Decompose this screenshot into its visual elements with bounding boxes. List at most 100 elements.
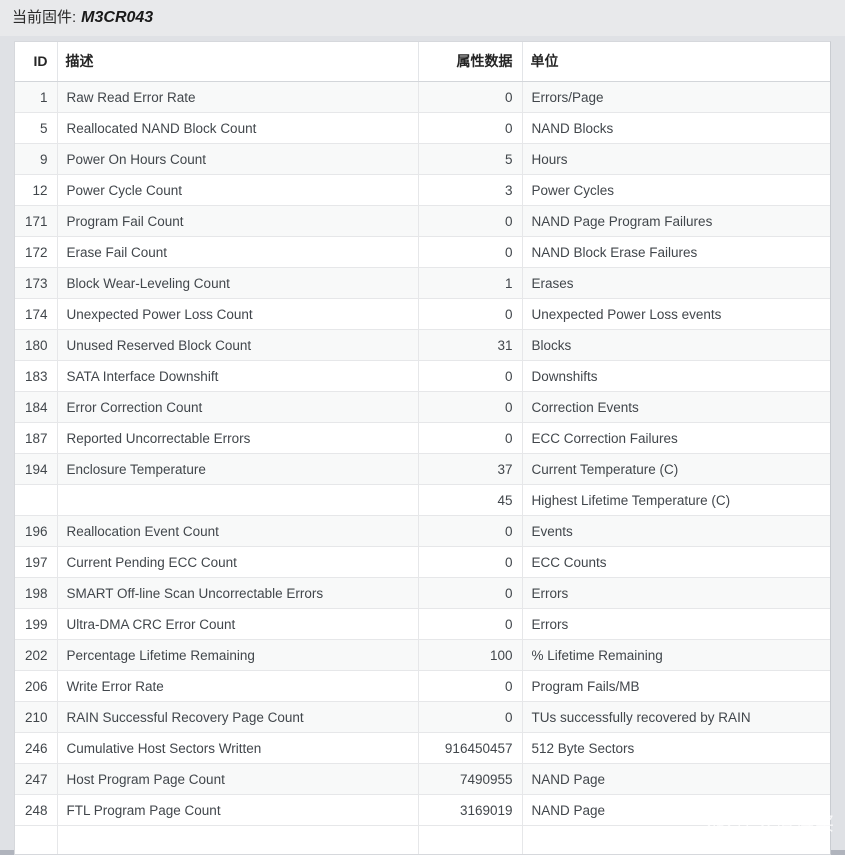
cell-value: 5: [418, 143, 523, 175]
title-bar: 当前固件: M3CR043: [0, 0, 845, 36]
filler-cell: [15, 825, 58, 854]
cell-description: Cumulative Host Sectors Written: [57, 732, 419, 764]
cell-description: Erase Fail Count: [57, 236, 419, 268]
column-header-id[interactable]: ID: [15, 42, 58, 82]
cell-value: 3169019: [418, 794, 523, 826]
cell-description: Reallocation Event Count: [57, 515, 419, 547]
cell-id: 206: [15, 670, 58, 702]
cell-unit: Power Cycles: [522, 174, 830, 206]
cell-description: SATA Interface Downshift: [57, 360, 419, 392]
filler-cell: [522, 825, 830, 854]
cell-id: 198: [15, 577, 58, 609]
cell-value: 0: [418, 577, 523, 609]
cell-id: 248: [15, 794, 58, 826]
cell-value: 0: [418, 701, 523, 733]
cell-description: Unused Reserved Block Count: [57, 329, 419, 361]
cell-description: Host Program Page Count: [57, 763, 419, 795]
table-row[interactable]: 194 Enclosure Temperature 37 Current Temper…: [15, 453, 830, 485]
table-row[interactable]: 206 Write Error Rate 0 Program Fails/MB: [15, 670, 830, 702]
page-root: 当前固件: M3CR043 ID 描述 属性数据 单位 1 Raw Read Err…: [0, 0, 845, 855]
cell-id: 187: [15, 422, 58, 454]
cell-value: 0: [418, 205, 523, 237]
cell-id: 184: [15, 391, 58, 423]
cell-id: 1: [15, 81, 58, 113]
cell-unit: Errors: [522, 577, 830, 609]
cell-unit: Highest Lifetime Temperature (C): [522, 484, 830, 516]
cell-unit: Downshifts: [522, 360, 830, 392]
table-row[interactable]: 183 SATA Interface Downshift 0 Downshifts: [15, 360, 830, 392]
cell-unit: 512 Byte Sectors: [522, 732, 830, 764]
table-row[interactable]: 171 Program Fail Count 0 NAND Page Program …: [15, 205, 830, 237]
cell-value: 0: [418, 422, 523, 454]
table-row[interactable]: 202 Percentage Lifetime Remaining 100% Lif…: [15, 639, 830, 671]
column-header-unit[interactable]: 单位: [522, 42, 830, 82]
cell-unit: NAND Page Program Failures: [522, 205, 830, 237]
cell-value: 1: [418, 267, 523, 299]
table-row[interactable]: 12 Power Cycle Count 3 Power Cycles: [15, 174, 830, 206]
table-header: ID 描述 属性数据 单位: [15, 42, 830, 82]
column-header-value[interactable]: 属性数据: [418, 42, 523, 82]
cell-id: 172: [15, 236, 58, 268]
cell-description: Write Error Rate: [57, 670, 419, 702]
cell-description: Current Pending ECC Count: [57, 546, 419, 578]
table-row[interactable]: 197 Current Pending ECC Count 0 ECC Counts: [15, 546, 830, 578]
cell-id: 171: [15, 205, 58, 237]
cell-description: Power On Hours Count: [57, 143, 419, 175]
table-row[interactable]: 187 Reported Uncorrectable Errors 0 ECC Cor…: [15, 422, 830, 454]
cell-description: Reallocated NAND Block Count: [57, 112, 419, 144]
table-row[interactable]: 199 Ultra-DMA CRC Error Count 0 Errors: [15, 608, 830, 640]
cell-id: 199: [15, 608, 58, 640]
table-row[interactable]: 174 Unexpected Power Loss Count 0 Unexpecte…: [15, 298, 830, 330]
table-row[interactable]: 172 Erase Fail Count 0 NAND Block Erase Fai…: [15, 236, 830, 268]
cell-value: 0: [418, 360, 523, 392]
table-row[interactable]: 196 Reallocation Event Count 0 Events: [15, 515, 830, 547]
table-row[interactable]: 180 Unused Reserved Block Count 31 Blocks: [15, 329, 830, 361]
cell-value: 0: [418, 670, 523, 702]
table-row[interactable]: 248 FTL Program Page Count 3169019 NAND Pag…: [15, 794, 830, 826]
cell-unit: NAND Block Erase Failures: [522, 236, 830, 268]
table-body: 1 Raw Read Error Rate 0 Errors/Page 5 Realloc…: [15, 81, 830, 854]
table-row[interactable]: 5 Reallocated NAND Block Count 0 NAND Block…: [15, 112, 830, 144]
cell-value: 0: [418, 608, 523, 640]
cell-id: 9: [15, 143, 58, 175]
column-header-description[interactable]: 描述: [57, 42, 419, 82]
cell-description: Program Fail Count: [57, 205, 419, 237]
cell-value: 0: [418, 112, 523, 144]
cell-description: Raw Read Error Rate: [57, 81, 419, 113]
table-row[interactable]: 246 Cumulative Host Sectors Written 916450…: [15, 732, 830, 764]
table-row[interactable]: 45 Highest Lifetime Temperature (C): [15, 484, 830, 516]
cell-description: RAIN Successful Recovery Page Count: [57, 701, 419, 733]
table-row[interactable]: 198 SMART Off-line Scan Uncorrectable Err…: [15, 577, 830, 609]
filler-cell: [57, 825, 419, 854]
table-row[interactable]: 184 Error Correction Count 0 Correction Eve…: [15, 391, 830, 423]
cell-id: 196: [15, 515, 58, 547]
cell-id: 5: [15, 112, 58, 144]
table-row[interactable]: 1 Raw Read Error Rate 0 Errors/Page: [15, 81, 830, 113]
cell-description: Block Wear-Leveling Count: [57, 267, 419, 299]
cell-value: 0: [418, 391, 523, 423]
table-row[interactable]: 247 Host Program Page Count 7490955 NAND Pa…: [15, 763, 830, 795]
cell-unit: Errors/Page: [522, 81, 830, 113]
cell-value: 0: [418, 236, 523, 268]
cell-id: 197: [15, 546, 58, 578]
cell-value: 0: [418, 298, 523, 330]
cell-description: Power Cycle Count: [57, 174, 419, 206]
table-header-row: ID 描述 属性数据 单位: [15, 42, 830, 82]
table-row[interactable]: 9 Power On Hours Count 5 Hours: [15, 143, 830, 175]
cell-value: 0: [418, 81, 523, 113]
cell-id: 246: [15, 732, 58, 764]
cell-id: 180: [15, 329, 58, 361]
smart-attributes-table: ID 描述 属性数据 单位 1 Raw Read Error Rate 0 Error…: [15, 42, 830, 854]
cell-description: [57, 484, 419, 516]
cell-description: FTL Program Page Count: [57, 794, 419, 826]
cell-value: 916450457: [418, 732, 523, 764]
table-row[interactable]: 210 RAIN Successful Recovery Page Count 0 T…: [15, 701, 830, 733]
cell-id: 174: [15, 298, 58, 330]
cell-id: [15, 484, 58, 516]
cell-description: Reported Uncorrectable Errors: [57, 422, 419, 454]
cell-id: 194: [15, 453, 58, 485]
table-row[interactable]: 173 Block Wear-Leveling Count 1 Erases: [15, 267, 830, 299]
cell-description: SMART Off-line Scan Uncorrectable Errors: [57, 577, 419, 609]
cell-unit: Erases: [522, 267, 830, 299]
cell-unit: NAND Page: [522, 763, 830, 795]
